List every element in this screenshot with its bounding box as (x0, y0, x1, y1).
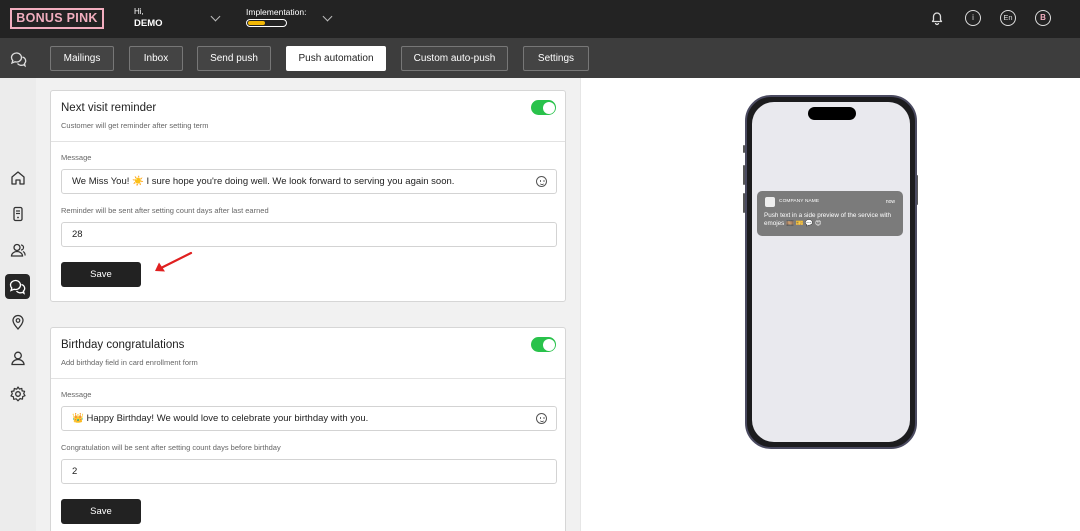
emoji-picker-icon[interactable] (536, 413, 547, 424)
count-days-label: Reminder will be sent after setting coun… (61, 206, 269, 215)
greeting-text: Hi, (134, 7, 144, 16)
user-icon[interactable] (9, 349, 27, 367)
card-subtitle: Add birthday field in card enrollment fo… (61, 358, 198, 367)
message-value: 👑 Happy Birthday! We would love to celeb… (72, 413, 369, 424)
card-divider (51, 378, 565, 379)
notification-time: now (885, 199, 895, 205)
notification-body: Push text in a side preview of the servi… (764, 212, 892, 227)
message-label: Message (61, 390, 92, 399)
tab-custom-auto-push[interactable]: Custom auto-push (401, 46, 508, 71)
next-visit-reminder-card: Next visit reminder Customer will get re… (50, 90, 566, 302)
app-icon (765, 197, 775, 207)
bell-icon[interactable] (929, 10, 945, 26)
tab-push-automation[interactable]: Push automation (286, 46, 386, 71)
phone-mockup: COMPANY NAME now Push text in a side pre… (745, 95, 917, 449)
chat-icon[interactable] (9, 50, 27, 73)
card-title: Birthday congratulations (61, 339, 185, 351)
count-days-label: Congratulation will be sent after settin… (61, 443, 281, 452)
implementation-label: Implementation: (246, 7, 307, 17)
enable-toggle[interactable] (531, 337, 556, 352)
emoji-picker-icon[interactable] (536, 176, 547, 187)
sidebar (0, 78, 36, 531)
save-button[interactable]: Save (61, 262, 141, 287)
toggle-knob (542, 101, 555, 114)
push-notification-preview: COMPANY NAME now Push text in a side pre… (757, 191, 903, 236)
message-label: Message (61, 153, 92, 162)
user-name: DEMO (134, 18, 163, 29)
toggle-knob (542, 338, 555, 351)
gear-icon[interactable] (9, 385, 27, 403)
location-icon[interactable] (9, 313, 27, 331)
enable-toggle[interactable] (531, 100, 556, 115)
info-icon[interactable]: i (965, 10, 981, 26)
tab-send-push[interactable]: Send push (197, 46, 271, 71)
phone-card-icon[interactable] (9, 205, 27, 223)
chat-icon[interactable] (5, 274, 30, 299)
tab-mailings[interactable]: Mailings (50, 46, 114, 71)
home-icon[interactable] (9, 169, 27, 187)
phone-screen: COMPANY NAME now Push text in a side pre… (752, 102, 910, 442)
implementation-progress-bar (246, 19, 287, 27)
card-title: Next visit reminder (61, 102, 157, 114)
count-days-input[interactable]: 28 (61, 222, 557, 247)
brand-logo[interactable]: BONUS PINK (10, 8, 104, 29)
implementation-progress-fill (248, 21, 265, 25)
message-input[interactable]: 👑 Happy Birthday! We would love to celeb… (61, 406, 557, 431)
message-input[interactable]: We Miss You! ☀️ I sure hope you're doing… (61, 169, 557, 194)
avatar[interactable]: B (1035, 10, 1051, 26)
count-days-input[interactable]: 2 (61, 459, 557, 484)
save-button[interactable]: Save (61, 499, 141, 524)
birthday-congratulations-card: Birthday congratulations Add birthday fi… (50, 327, 566, 531)
tab-inbox[interactable]: Inbox (129, 46, 183, 71)
tab-settings[interactable]: Settings (523, 46, 589, 71)
message-value: We Miss You! ☀️ I sure hope you're doing… (72, 176, 455, 187)
card-divider (51, 141, 565, 142)
notification-app-name: COMPANY NAME (779, 199, 820, 204)
card-subtitle: Customer will get reminder after setting… (61, 121, 209, 130)
language-switch[interactable]: En (1000, 10, 1016, 26)
annotation-arrow-icon (150, 250, 194, 279)
users-icon[interactable] (9, 241, 27, 259)
dynamic-island (808, 107, 856, 120)
user-menu[interactable]: Hi, DEMO (134, 7, 163, 30)
